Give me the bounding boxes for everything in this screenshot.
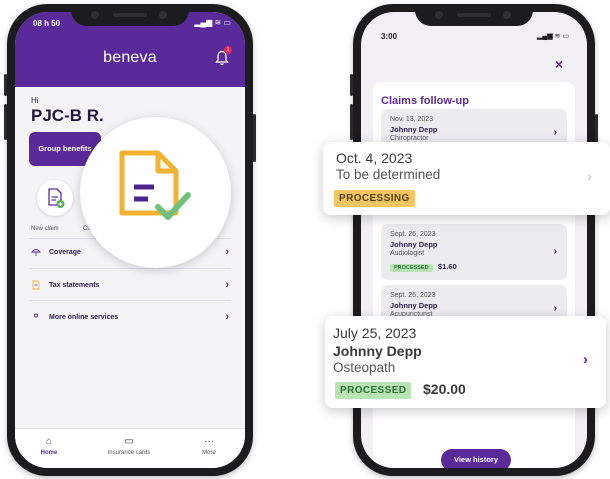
chevron-right-icon: › — [553, 127, 557, 138]
camera — [503, 11, 511, 19]
more-icon: ··· — [204, 436, 214, 447]
claim-amount: $1.60 — [438, 262, 457, 271]
camera — [91, 11, 99, 19]
document-check-badge — [80, 117, 231, 268]
phone-side-button — [350, 74, 353, 96]
claim-popout-processing[interactable]: Oct. 4, 2023 To be determined › PROCESSI… — [323, 142, 610, 215]
nav-more[interactable]: ··· More — [179, 436, 239, 456]
menu-item-label: Coverage — [49, 248, 81, 256]
claim-popout-processed[interactable]: July 25, 2023 Johnny Depp Osteopath › PR… — [325, 316, 606, 408]
speaker — [457, 13, 491, 17]
claim-specialty: Chiropractor — [390, 135, 429, 142]
phone-volume-button — [350, 104, 353, 140]
claim-date: Nov. 13, 2023 — [390, 116, 434, 123]
claim-date: Sept. 26, 2023 — [390, 292, 436, 299]
greeting: Hi — [31, 96, 39, 105]
claim-date: Oct. 4, 2023 — [336, 150, 413, 166]
claim-amount: $20.00 — [423, 381, 466, 397]
phone-side-button — [4, 74, 7, 96]
chevron-right-icon: › — [553, 303, 557, 314]
phone-notch — [71, 4, 189, 26]
claim-item[interactable]: Sept. 26, 2023 Johnny Depp Audiologist P… — [381, 224, 567, 280]
close-button[interactable]: × — [555, 56, 563, 72]
claim-specialty: Audiologist — [390, 250, 425, 257]
bottom-nav: ⌂ Home ▭ Insurance cards ··· More — [15, 428, 245, 468]
status-time: 3:00 — [381, 32, 398, 41]
card-icon: ▭ — [124, 436, 134, 447]
claim-name: Johnny Depp — [390, 125, 438, 134]
divider — [29, 300, 231, 301]
menu-item-label: More online services — [49, 313, 119, 321]
chevron-right-icon: › — [583, 351, 588, 368]
status-badge: PROCESSED — [335, 382, 412, 399]
user-name: PJC-B R. — [31, 106, 104, 125]
notification-badge: 1 — [224, 46, 232, 54]
claim-name: Johnny Depp — [390, 240, 438, 249]
camera — [435, 11, 443, 19]
nav-home[interactable]: ⌂ Home — [19, 436, 79, 456]
phone-notch — [415, 4, 533, 26]
document-icon — [32, 280, 40, 290]
view-history-button[interactable]: View history — [441, 449, 511, 468]
phone-volume-button — [4, 104, 7, 140]
status-badge: PROCESSING — [334, 190, 415, 207]
speaker — [113, 13, 147, 17]
new-claim-button[interactable] — [37, 180, 73, 216]
new-claim-label: New claim — [31, 226, 59, 232]
page-title: Claims follow-up — [381, 95, 469, 107]
nav-label: Home — [40, 450, 58, 456]
person-icon — [33, 313, 39, 318]
stage: 08 h 50 ▂▄▆ ≋ ▭ beneva 1 Hi PJC-B R. Gro… — [0, 0, 610, 479]
brand-logo: beneva — [103, 49, 157, 66]
status-time: 08 h 50 — [33, 19, 61, 28]
chevron-right-icon: › — [225, 246, 229, 258]
home-icon: ⌂ — [45, 436, 53, 447]
claim-date: Sept. 26, 2023 — [390, 231, 436, 238]
menu-item-tax-statements[interactable]: Tax statements › — [31, 274, 229, 296]
chevron-right-icon: › — [225, 311, 229, 323]
claim-name: Johnny Depp — [390, 301, 438, 310]
phone-power-button — [253, 114, 256, 162]
status-icons: ▂▄▆ ≋ ▭ — [194, 18, 231, 27]
camera — [159, 11, 167, 19]
claim-date: July 25, 2023 — [333, 325, 417, 341]
claim-name: Johnny Depp — [333, 343, 422, 359]
status-icons: ▂▄▆ ≋ ▭ — [536, 33, 569, 40]
nav-insurance-cards[interactable]: ▭ Insurance cards — [99, 436, 159, 456]
claim-specialty: Osteopath — [333, 360, 396, 375]
chevron-right-icon: › — [553, 246, 557, 257]
document-plus-icon — [48, 188, 65, 208]
nav-label: Insurance cards — [107, 450, 151, 456]
nav-label: More — [202, 450, 216, 456]
document-check-icon — [119, 150, 191, 220]
chevron-right-icon: › — [587, 168, 592, 184]
divider — [29, 268, 231, 269]
claim-description: To be determined — [336, 167, 441, 182]
menu-item-more-online-services[interactable]: More online services › — [31, 306, 229, 328]
notifications-button[interactable]: 1 — [215, 46, 232, 66]
menu-item-label: Tax statements — [49, 281, 100, 289]
chevron-right-icon: › — [225, 279, 229, 291]
umbrella-icon — [31, 249, 41, 256]
status-badge: PROCESSED — [390, 264, 433, 272]
